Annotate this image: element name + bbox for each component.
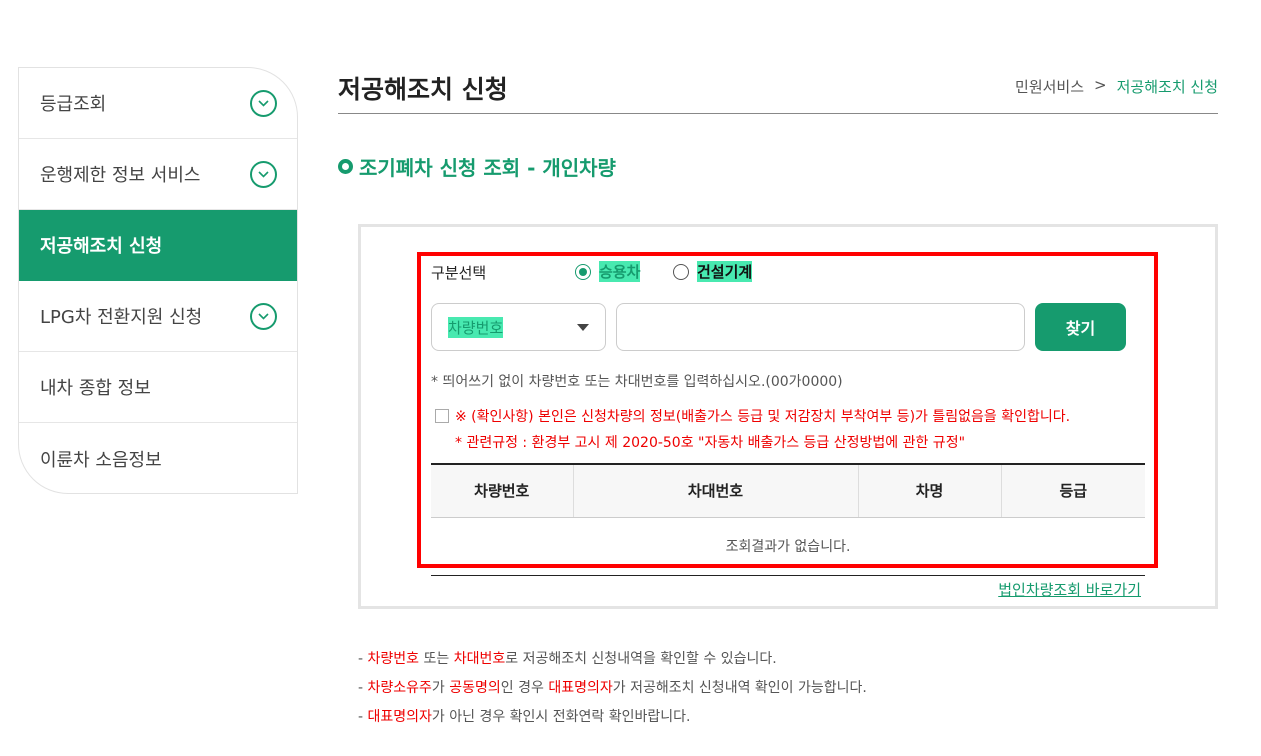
sidebar-item-motorcycle-noise[interactable]: 이륜차 소음정보 (19, 423, 297, 493)
search-input[interactable] (616, 303, 1025, 351)
radio-checked-icon[interactable] (575, 263, 591, 280)
input-hint: * 띄어쓰기 없이 차량번호 또는 차대번호를 입력하십시오.(00가0000) (431, 374, 843, 390)
result-table: 차량번호 차대번호 차명 등급 조회결과가 없습니다. (431, 463, 1145, 576)
note-text: 가 (431, 680, 450, 696)
category-label: 구분선택 (431, 264, 487, 282)
sidebar-item-grade[interactable]: 등급조회 (19, 68, 297, 139)
sidebar-item-my-car[interactable]: 내차 종합 정보 (19, 352, 297, 423)
radio-passenger-car[interactable]: 승용차 (575, 261, 641, 282)
note-text: - (358, 680, 368, 696)
confirm-row: ※ (확인사항) 본인은 신청차량의 정보(배출가스 등급 및 저감장치 부착여… (435, 406, 1070, 426)
radio-label: 승용차 (599, 261, 641, 282)
notes-list: - 차량번호 또는 차대번호로 저공해조치 신청내역을 확인할 수 있습니다. … (358, 645, 867, 732)
section-title-text: 조기폐차 신청 조회 - 개인차량 (359, 156, 616, 180)
note-emphasis: 공동명의 (449, 680, 501, 696)
sidebar-item-restriction[interactable]: 운행제한 정보 서비스 (19, 139, 297, 210)
caret-down-icon (577, 323, 589, 331)
search-button[interactable]: 찾기 (1035, 303, 1126, 351)
chevron-down-icon[interactable] (250, 302, 277, 330)
note-emphasis: 차량소유주 (367, 680, 432, 696)
confirm-checkbox[interactable] (435, 409, 449, 423)
corporate-vehicle-link[interactable]: 법인차량조회 바로가기 (998, 579, 1141, 600)
col-header-vehicle-name: 차명 (858, 463, 1002, 518)
note-item: - 대표명의자가 아닌 경우 확인시 전화연락 확인바랍니다. (358, 703, 867, 732)
radio-label: 건설기계 (697, 261, 753, 282)
title-divider (338, 113, 1218, 114)
breadcrumb-home[interactable]: 민원서비스 (1015, 76, 1084, 97)
page-title: 저공해조치 신청 (338, 75, 508, 104)
sidebar-item-low-emission[interactable]: 저공해조치 신청 (19, 210, 297, 281)
note-text: 또는 (419, 651, 454, 667)
breadcrumb-current: 저공해조치 신청 (1116, 78, 1218, 96)
note-text: 가 아닌 경우 확인시 전화연락 확인바랍니다. (431, 709, 691, 725)
note-text: 가 저공해조치 신청내역 확인이 가능합니다. (612, 680, 867, 696)
note-text: 로 저공해조치 신청내역을 확인할 수 있습니다. (505, 651, 777, 667)
note-text: - (358, 709, 368, 725)
radio-unchecked-icon[interactable] (673, 263, 689, 280)
select-value: 차량번호 (448, 316, 504, 338)
regulation-text: * 관련규정 : 환경부 고시 제 2020-50호 "자동차 배출가스 등급 … (455, 435, 966, 451)
note-item: - 차량번호 또는 차대번호로 저공해조치 신청내역을 확인할 수 있습니다. (358, 645, 867, 674)
sidebar-item-lpg[interactable]: LPG차 전환지원 신청 (19, 281, 297, 352)
section-title: 조기폐차 신청 조회 - 개인차량 (338, 152, 616, 181)
sidebar-item-label: 이륜차 소음정보 (40, 449, 162, 471)
sidebar-item-label: LPG차 전환지원 신청 (40, 307, 203, 328)
radio-construction-machine[interactable]: 건설기계 (673, 261, 753, 282)
sidebar-item-label: 내차 종합 정보 (40, 378, 151, 399)
search-type-select[interactable]: 차량번호 (431, 303, 606, 351)
col-header-grade: 등급 (1001, 463, 1145, 518)
note-item: - 차량소유주가 공동명의인 경우 대표명의자가 저공해조치 신청내역 확인이 … (358, 674, 867, 703)
sidebar-item-label: 등급조회 (40, 94, 107, 115)
note-text: 인 경우 (500, 680, 549, 696)
note-text: - (358, 651, 368, 667)
note-emphasis: 차대번호 (453, 651, 506, 667)
note-emphasis: 대표명의자 (367, 709, 432, 725)
breadcrumb: 민원서비스 > 저공해조치 신청 (1015, 76, 1218, 97)
sidebar-menu: 등급조회 운행제한 정보 서비스 저공해조치 신청 LPG차 전환지원 신청 내… (18, 67, 298, 494)
confirm-text: ※ (확인사항) 본인은 신청차량의 정보(배출가스 등급 및 저감장치 부착여… (455, 409, 1071, 425)
chevron-down-icon[interactable] (250, 89, 277, 117)
ring-bullet-icon (338, 159, 353, 174)
note-emphasis: 대표명의자 (548, 680, 613, 696)
note-emphasis: 차량번호 (367, 651, 420, 667)
chevron-down-icon[interactable] (250, 160, 277, 188)
breadcrumb-separator: > (1094, 76, 1107, 94)
col-header-vehicle-number: 차량번호 (431, 463, 574, 518)
sidebar-item-label: 운행제한 정보 서비스 (40, 165, 201, 186)
sidebar-item-label: 저공해조치 신청 (40, 236, 163, 257)
col-header-chassis-number: 차대번호 (573, 463, 859, 518)
empty-result-message: 조회결과가 없습니다. (431, 517, 1145, 576)
